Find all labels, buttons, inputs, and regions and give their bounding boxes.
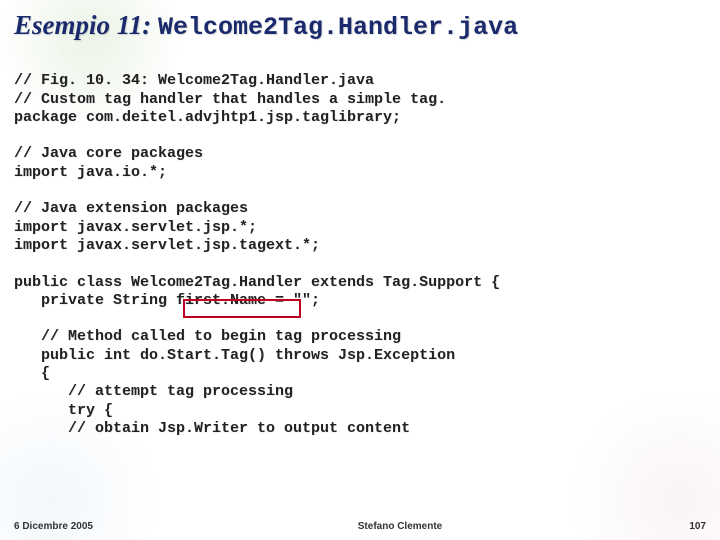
title-prefix: Esempio 11: bbox=[14, 10, 151, 40]
title-filename: Welcome2Tag.Handler.java bbox=[158, 13, 518, 42]
code-line: public class Welcome2Tag.Handler extends… bbox=[14, 274, 500, 291]
code-line: // Java core packages bbox=[14, 145, 203, 162]
slide-title: Esempio 11: Welcome2Tag.Handler.java bbox=[0, 0, 720, 48]
code-line: // Fig. 10. 34: Welcome2Tag.Handler.java bbox=[14, 72, 374, 89]
code-line: // Java extension packages bbox=[14, 200, 248, 217]
code-line: import javax.servlet.jsp.*; bbox=[14, 219, 257, 236]
code-line: // attempt tag processing bbox=[14, 383, 293, 400]
code-line: // Custom tag handler that handles a sim… bbox=[14, 91, 446, 108]
code-block: // Fig. 10. 34: Welcome2Tag.Handler.java… bbox=[0, 48, 720, 438]
code-line: package com.deitel.advjhtp1.jsp.taglibra… bbox=[14, 109, 401, 126]
footer-author: Stefano Clemente bbox=[134, 521, 666, 532]
code-line: import javax.servlet.jsp.tagext.*; bbox=[14, 237, 320, 254]
code-line: public int do.Start.Tag() throws Jsp.Exc… bbox=[14, 347, 455, 364]
code-line: // obtain Jsp.Writer to output content bbox=[14, 420, 410, 437]
code-line: { bbox=[14, 365, 50, 382]
slide-footer: 6 Dicembre 2005 Stefano Clemente 107 bbox=[0, 521, 720, 532]
code-line: try { bbox=[14, 402, 113, 419]
footer-date: 6 Dicembre 2005 bbox=[14, 521, 134, 532]
code-line: // Method called to begin tag processing bbox=[14, 328, 401, 345]
code-line: import java.io.*; bbox=[14, 164, 167, 181]
highlight-box bbox=[183, 299, 301, 318]
footer-page: 107 bbox=[666, 521, 706, 532]
